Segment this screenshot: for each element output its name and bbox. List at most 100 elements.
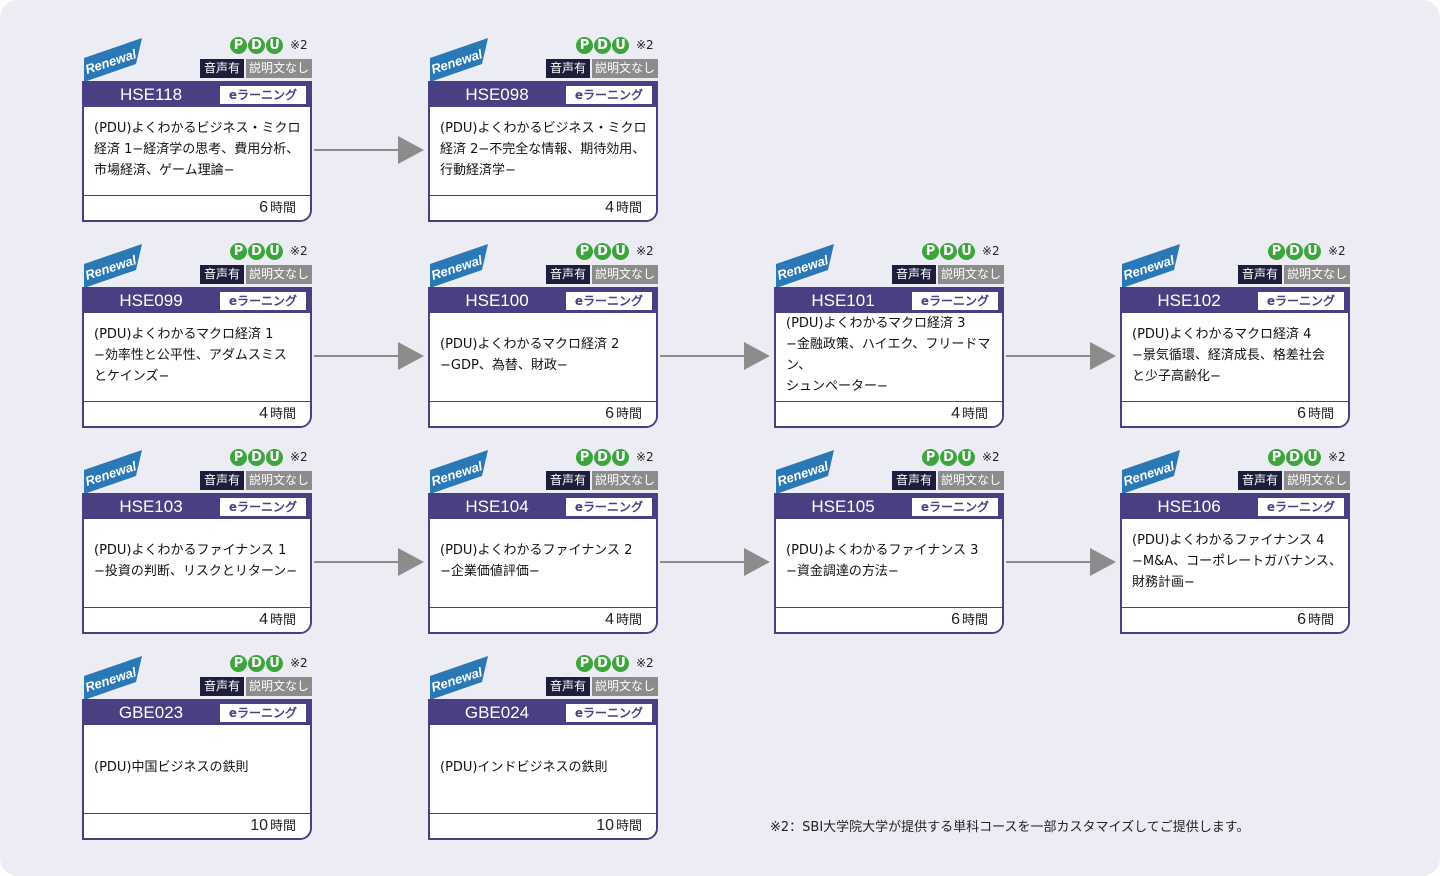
course-title-text: (PDU)よくわかるファイナンス 1 −投資の判断、リスクとリターン− [94, 540, 297, 582]
course-code: HSE105 [811, 497, 875, 516]
media-badges: 音声有 説明文なし [546, 59, 658, 78]
course-title-text: (PDU)よくわかるマクロ経済 2 −GDP、為替、財政− [440, 334, 619, 376]
course-header: HSE098 eラーニング [430, 83, 656, 107]
course-code: GBE023 [118, 703, 184, 722]
course-hours: 4 時間 [951, 405, 988, 422]
no-description-badge: 説明文なし [938, 265, 1004, 284]
media-badges: 音声有 説明文なし [546, 677, 658, 696]
pdu-letter: P [576, 37, 593, 54]
audio-badge: 音声有 [546, 471, 590, 490]
course-type-label: eラーニング [566, 704, 652, 722]
course-card[interactable]: Renewal P D U ※2 音声有 説明文なし HSE098 eラーニング (PDU)よくわ… [428, 36, 658, 222]
course-title-line: (PDU)よくわかるファイナンス 1 [94, 543, 287, 558]
course-title-text: (PDU)よくわかるビジネス・ミクロ 経済 1−経済学の思考、費用分析、 市場経済、… [94, 118, 301, 181]
pdu-note-mark: ※2 [636, 450, 654, 464]
course-card[interactable]: Renewal P D U ※2 音声有 説明文なし HSE102 eラーニング (PDU)よくわ… [1120, 242, 1350, 428]
course-box[interactable]: HSE105 eラーニング (PDU)よくわかるファイナンス 3 −資金調達の方法− 6… [774, 493, 1004, 634]
course-title-line: −資金調達の方法− [786, 564, 899, 579]
renewal-ribbon: Renewal [83, 244, 142, 288]
hours-unit: 時間 [1307, 407, 1334, 422]
course-type-label: eラーニング [912, 292, 998, 310]
course-hours-bar: 6 時間 [776, 607, 1002, 632]
course-title: (PDU)よくわかるファイナンス 1 −投資の判断、リスクとリターン− [94, 519, 304, 603]
pdu-badge: P D U ※2 [230, 242, 314, 262]
pdu-letter: D [248, 449, 265, 466]
course-title: (PDU)よくわかるビジネス・ミクロ 経済 1−経済学の思考、費用分析、 市場経済、… [94, 107, 304, 191]
course-header: HSE100 eラーニング [430, 289, 656, 313]
course-box[interactable]: HSE101 eラーニング (PDU)よくわかるマクロ経済 3 −金融政策、ハイエク、… [774, 287, 1004, 428]
course-title-line: (PDU)よくわかるビジネス・ミクロ [94, 120, 301, 136]
pdu-note-mark: ※2 [290, 450, 308, 464]
course-box[interactable]: HSE099 eラーニング (PDU)よくわかるマクロ経済 1 −効率性と公平性、アダ… [82, 287, 312, 428]
pdu-letter: P [576, 449, 593, 466]
no-description-badge: 説明文なし [246, 265, 312, 284]
pdu-letter: D [594, 449, 611, 466]
course-card[interactable]: Renewal P D U ※2 音声有 説明文なし HSE105 eラーニング (PDU)よくわ… [774, 448, 1006, 634]
course-code: GBE024 [464, 703, 530, 722]
course-hours: 4 時間 [259, 405, 296, 422]
course-hours-bar: 4 時間 [430, 195, 656, 220]
renewal-ribbon: Renewal [775, 450, 834, 494]
renewal-ribbon: Renewal [1121, 450, 1180, 494]
renewal-ribbon: Renewal [429, 38, 488, 82]
course-box[interactable]: HSE102 eラーニング (PDU)よくわかるマクロ経済 4 −景気循環、経済成長、… [1120, 287, 1350, 428]
media-badges: 音声有 説明文なし [200, 59, 312, 78]
course-card[interactable]: Renewal P D U ※2 音声有 説明文なし HSE100 eラーニング (PDU)よくわ… [428, 242, 658, 428]
course-title-line: −M&A、コーポレートガバナンス、 [1132, 553, 1342, 569]
pdu-letter: P [1268, 243, 1285, 260]
audio-badge: 音声有 [892, 471, 936, 490]
course-hours: 4 時間 [605, 199, 642, 216]
course-card[interactable]: Renewal P D U ※2 音声有 説明文なし HSE118 eラーニング (PDU)よくわ… [82, 36, 314, 222]
pdu-letter: U [1304, 449, 1321, 466]
pdu-letter: D [1286, 449, 1303, 466]
course-hours-bar: 4 時間 [84, 607, 310, 632]
course-card[interactable]: Renewal P D U ※2 音声有 説明文なし GBE023 eラーニング (PDU)中国ビ… [82, 654, 312, 840]
pdu-letter: U [958, 243, 975, 260]
pdu-badge: P D U ※2 [230, 448, 314, 468]
audio-badge: 音声有 [546, 265, 590, 284]
course-card[interactable]: Renewal P D U ※2 音声有 説明文なし GBE024 eラーニング (PDU)インド… [428, 654, 660, 840]
course-code: HSE098 [465, 85, 529, 104]
audio-badge: 音声有 [1238, 471, 1282, 490]
course-title: (PDU)インドビジネスの鉄則 [440, 725, 650, 809]
course-box[interactable]: HSE104 eラーニング (PDU)よくわかるファイナンス 2 −企業価値評価− 4 時… [428, 493, 658, 634]
course-hours: 6 時間 [1297, 611, 1334, 628]
course-code: HSE102 [1157, 291, 1221, 310]
renewal-ribbon: Renewal [429, 656, 488, 700]
course-title-line: 経済 2−不完全な情報、期待効用、 [440, 141, 646, 157]
audio-badge: 音声有 [200, 265, 244, 284]
course-card[interactable]: Renewal P D U ※2 音声有 説明文なし HSE106 eラーニング (PDU)よくわ… [1120, 448, 1350, 634]
course-header: HSE118 eラーニング [84, 83, 310, 107]
course-type-label: eラーニング [220, 292, 306, 310]
no-description-badge: 説明文なし [1284, 471, 1350, 490]
course-hours: 10 時間 [596, 817, 642, 834]
no-description-badge: 説明文なし [938, 471, 1004, 490]
course-box[interactable]: HSE103 eラーニング (PDU)よくわかるファイナンス 1 −投資の判断、リスク… [82, 493, 312, 634]
pdu-letter: P [1268, 449, 1285, 466]
course-box[interactable]: GBE024 eラーニング (PDU)インドビジネスの鉄則 10 時間 [428, 699, 658, 840]
course-box[interactable]: HSE106 eラーニング (PDU)よくわかるファイナンス 4 −M&A、コーポレー… [1120, 493, 1350, 634]
pdu-letter: P [230, 243, 247, 260]
audio-badge: 音声有 [546, 677, 590, 696]
pdu-letter: P [230, 655, 247, 672]
course-card[interactable]: Renewal P D U ※2 音声有 説明文なし HSE099 eラーニング (PDU)よくわ… [82, 242, 314, 428]
course-box[interactable]: HSE118 eラーニング (PDU)よくわかるビジネス・ミクロ 経済 1−経済学の思… [82, 81, 312, 222]
course-card[interactable]: Renewal P D U ※2 音声有 説明文なし HSE103 eラーニング (PDU)よくわ… [82, 448, 314, 634]
course-code: HSE099 [119, 291, 183, 310]
course-hours: 6 時間 [259, 199, 296, 216]
course-card[interactable]: Renewal P D U ※2 音声有 説明文なし HSE104 eラーニング (PDU)よくわ… [428, 448, 658, 634]
pdu-badge: P D U ※2 [230, 36, 314, 56]
course-box[interactable]: HSE100 eラーニング (PDU)よくわかるマクロ経済 2 −GDP、為替、財政−… [428, 287, 658, 428]
course-header: HSE101 eラーニング [776, 289, 1002, 313]
pdu-letter: D [248, 37, 265, 54]
course-card[interactable]: Renewal P D U ※2 音声有 説明文なし HSE101 eラーニング (PDU)よくわ… [774, 242, 1004, 428]
course-title-line: 行動経済学− [440, 162, 516, 178]
course-hours: 4 時間 [605, 611, 642, 628]
pdu-badge: P D U ※2 [576, 654, 660, 674]
course-title: (PDU)よくわかるファイナンス 4 −M&A、コーポレートガバナンス、 財務計画− [1132, 519, 1342, 603]
pdu-badge: P D U ※2 [922, 448, 1006, 468]
course-type-label: eラーニング [566, 498, 652, 516]
course-box[interactable]: HSE098 eラーニング (PDU)よくわかるビジネス・ミクロ 経済 2−不完全な情… [428, 81, 658, 222]
course-header: GBE024 eラーニング [430, 701, 656, 725]
course-box[interactable]: GBE023 eラーニング (PDU)中国ビジネスの鉄則 10 時間 [82, 699, 312, 840]
